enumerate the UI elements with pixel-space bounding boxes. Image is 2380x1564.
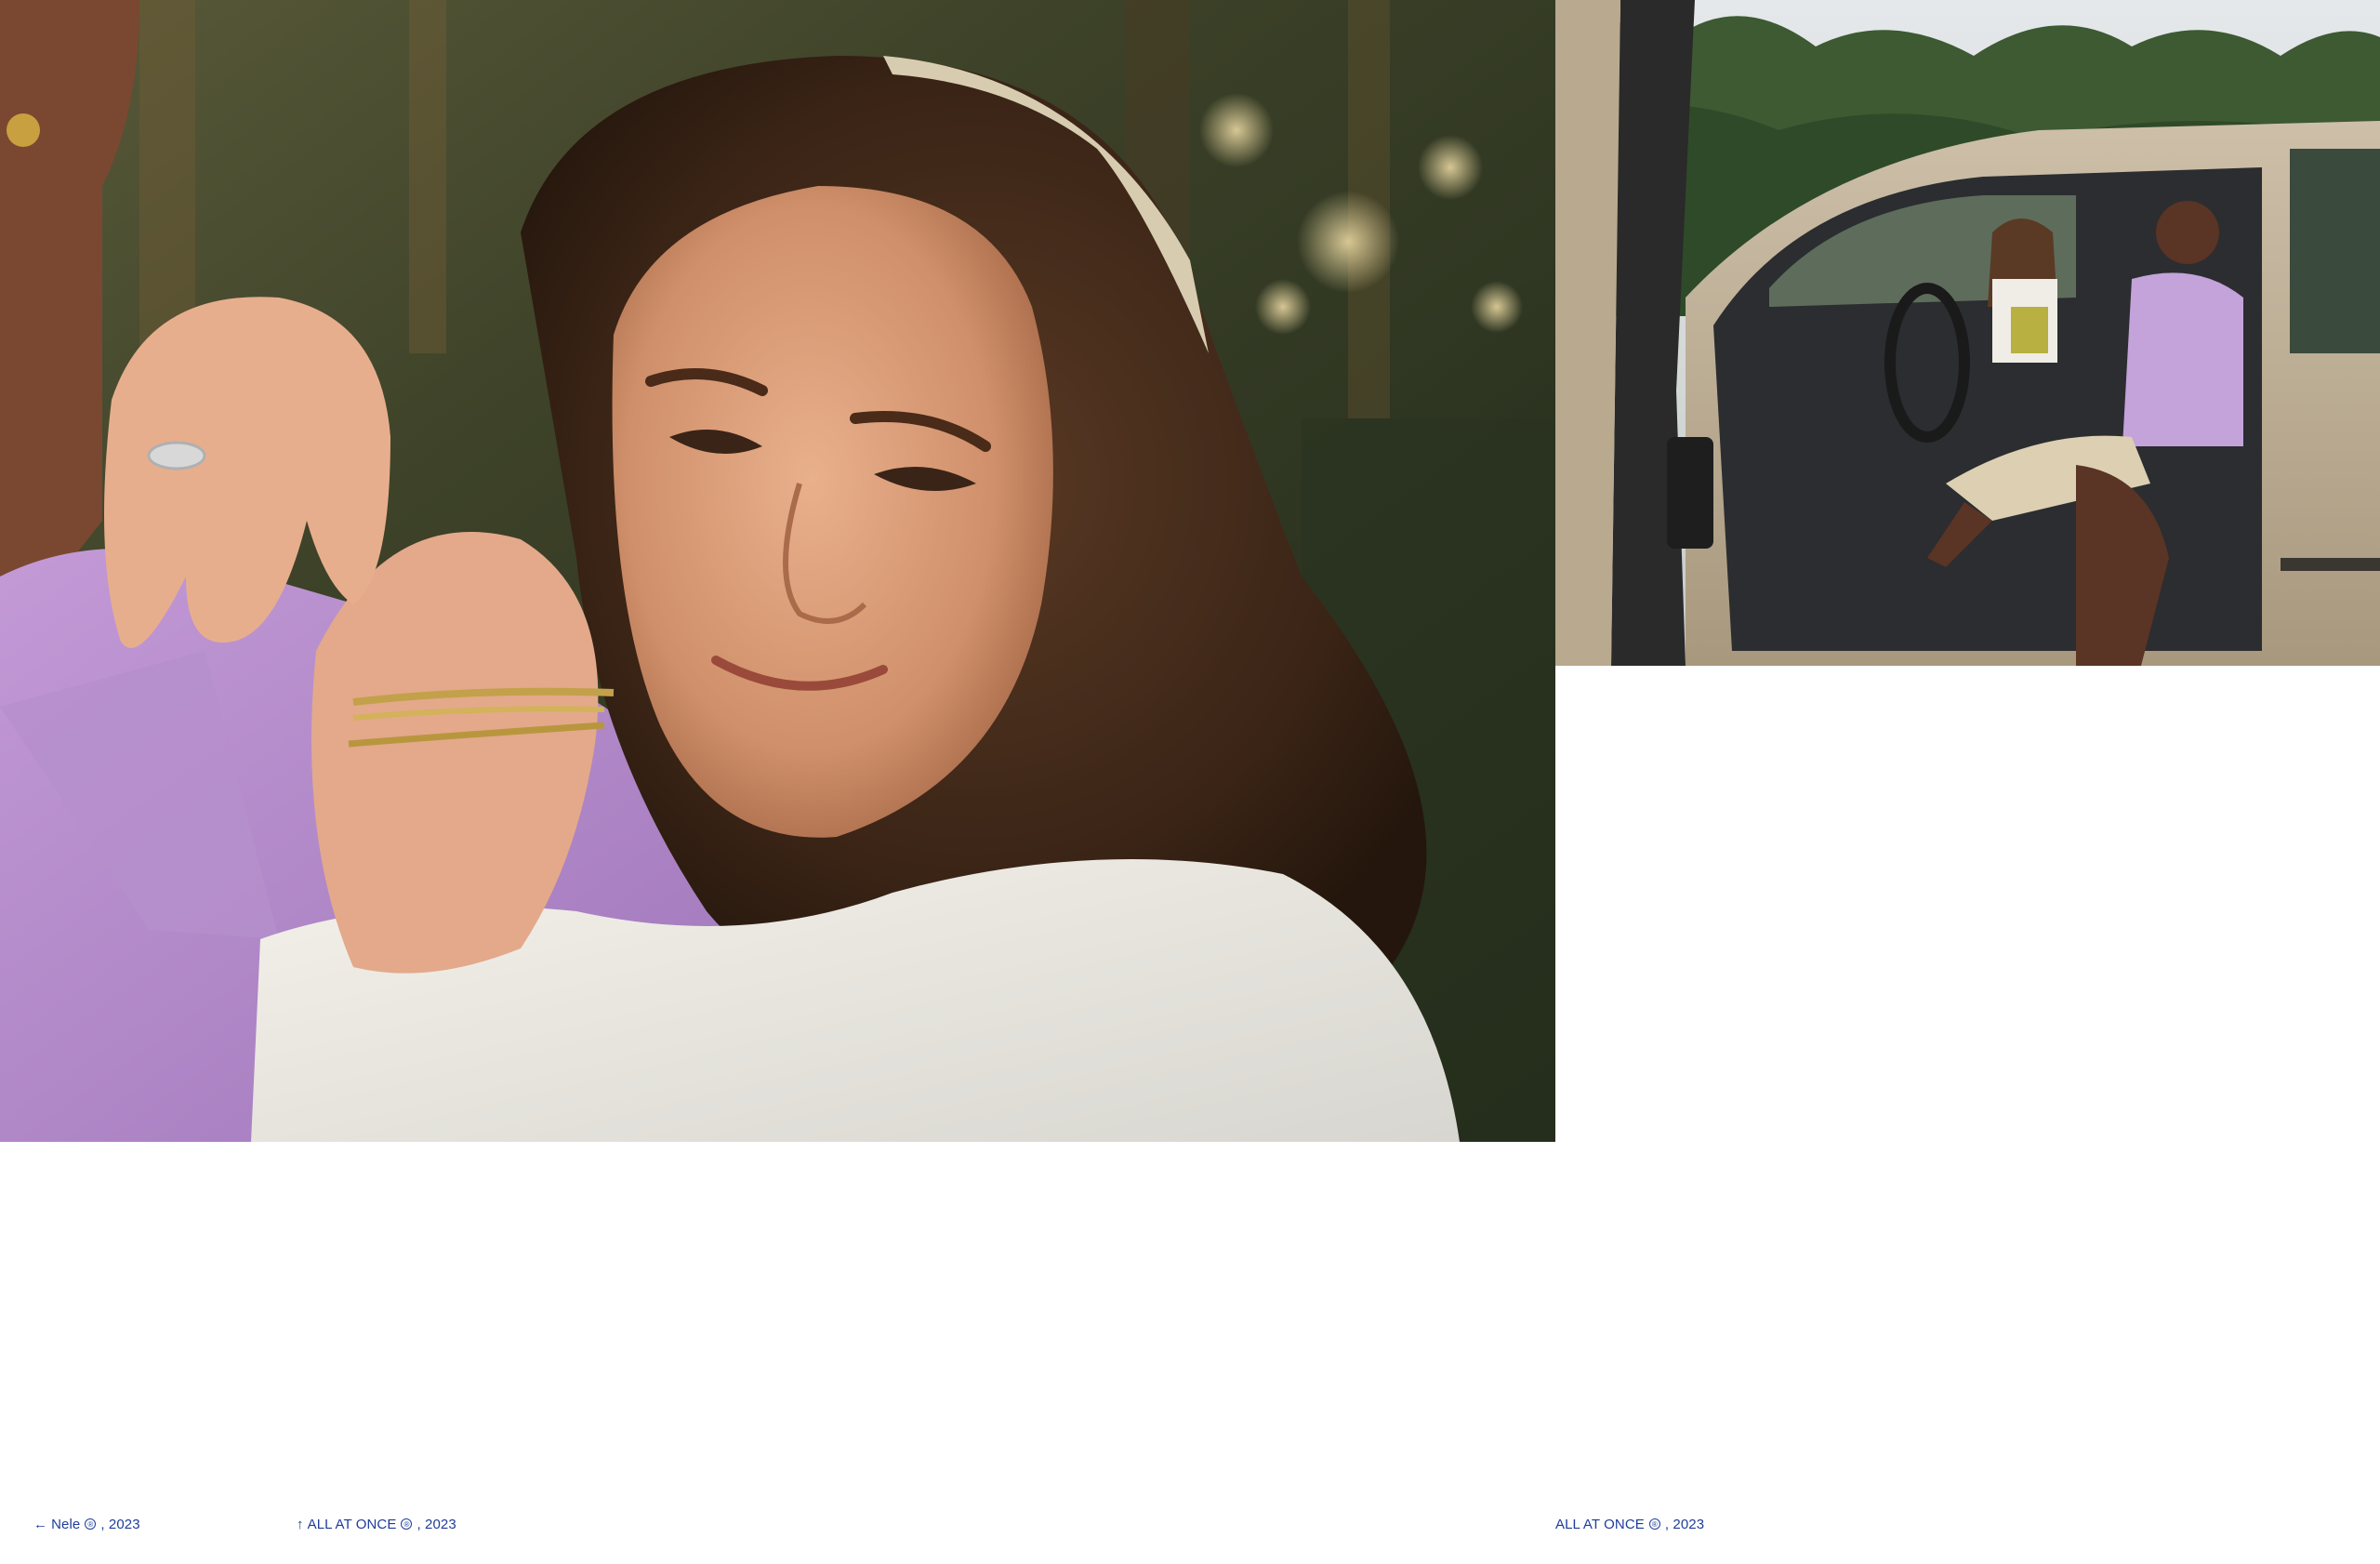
current-project-year: , 2023 [1664,1516,1705,1532]
current-project-label: ALL AT ONCE [1555,1516,1645,1532]
portrait-photo[interactable] [0,0,1555,1142]
project-overview-year: , 2023 [416,1516,456,1532]
portrait-photo-image [0,0,1555,1142]
registered-mark-icon: ® [401,1518,413,1530]
current-project-caption: ALL AT ONCE ® , 2023 [1555,1514,1704,1534]
car-photo-image [1555,0,2380,666]
arrow-left-icon: ← [33,1516,48,1532]
previous-project-year: , 2023 [100,1516,140,1532]
previous-project-link[interactable]: ← Nele ® , 2023 [33,1514,140,1534]
registered-mark-icon: ® [1648,1518,1660,1530]
previous-project-label: Nele [51,1516,81,1532]
registered-mark-icon: ® [85,1518,97,1530]
car-photo[interactable] [1555,0,2380,666]
arrow-up-icon: ↑ [297,1516,304,1532]
project-overview-label: ALL AT ONCE [307,1516,397,1532]
project-overview-link[interactable]: ↑ ALL AT ONCE ® , 2023 [297,1514,456,1534]
